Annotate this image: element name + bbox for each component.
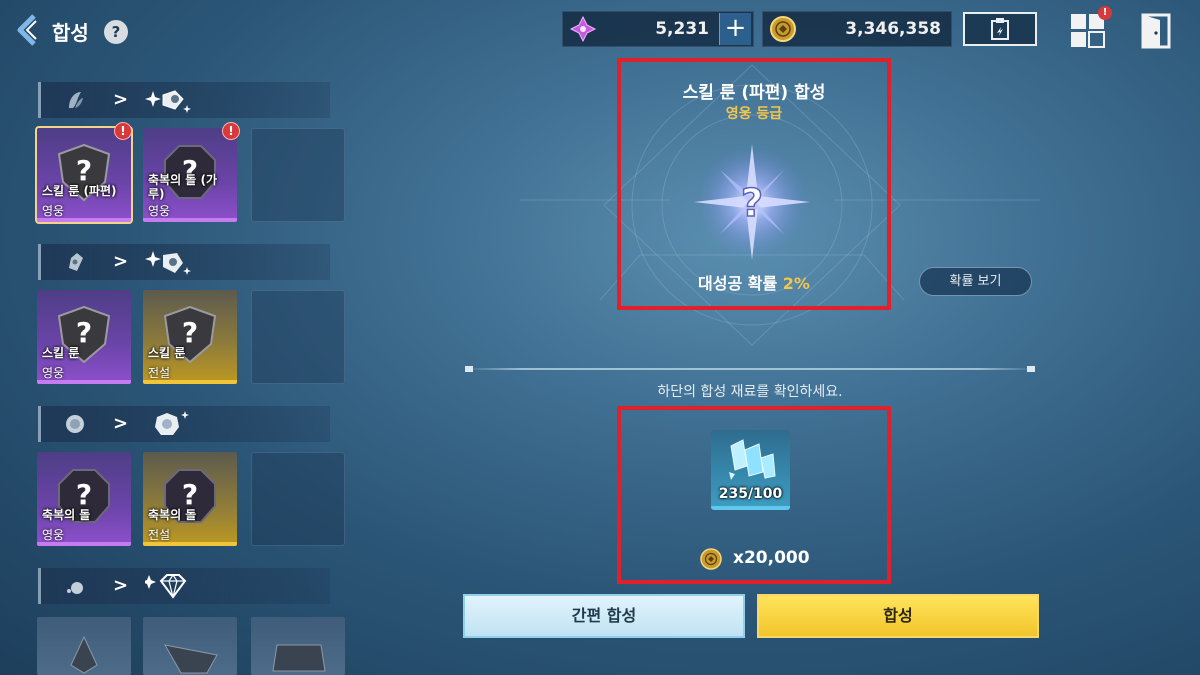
- rune-fragment-sparkle-icon: [145, 90, 191, 113]
- item-grade: 전설: [148, 366, 171, 380]
- item-name: 축복의 돌: [148, 508, 197, 522]
- svg-text:?: ?: [76, 316, 92, 349]
- item-name: 축복의 돌: [42, 508, 91, 522]
- empty-slot: [251, 452, 345, 546]
- unknown-result-star-icon: ?: [694, 144, 810, 260]
- chevron-right-icon: >: [113, 575, 129, 596]
- divider-tip-left: [465, 366, 473, 372]
- rune-sparkle-icon: [145, 251, 191, 275]
- item-card-skill-rune-fragment-hero[interactable]: ? 스킬 룬 (파편) 영웅: [35, 126, 133, 224]
- category-header-blessing-stone: >: [38, 406, 330, 442]
- stone-icon: [272, 644, 326, 672]
- svg-text:?: ?: [741, 181, 763, 225]
- item-card-skill-rune-hero[interactable]: ? 스킬 룬 영웅: [37, 290, 131, 384]
- rune-fragment-icon: [69, 253, 83, 271]
- rate-label: 대성공 확률: [698, 274, 778, 293]
- item-name: 스킬 룬: [148, 346, 186, 360]
- back-button[interactable]: [12, 12, 42, 48]
- item-card-partial[interactable]: [143, 617, 237, 675]
- add-gem-button[interactable]: +: [719, 13, 751, 45]
- clipboard-button[interactable]: [963, 12, 1037, 46]
- help-button[interactable]: ?: [104, 20, 128, 44]
- category-header-skill-rune: >: [38, 244, 330, 280]
- item-card-skill-rune-legend[interactable]: ? 스킬 룬 전설: [143, 290, 237, 384]
- item-card-blessing-stone-legend[interactable]: ? 축복의 돌 전설: [143, 452, 237, 546]
- chevron-right-icon: >: [113, 251, 129, 272]
- gold-coin-icon: [770, 16, 796, 42]
- notification-badge: !: [1098, 6, 1112, 20]
- gem-currency: 5,231 +: [562, 11, 754, 47]
- shard-icon: [67, 582, 83, 594]
- divider-tip-right: [1027, 366, 1035, 372]
- empty-slot: [251, 290, 345, 384]
- section-divider: [465, 368, 1035, 370]
- result-grade: 영웅 등급: [725, 106, 783, 122]
- blessing-stone-sparkle-icon: [155, 411, 189, 435]
- item-grade: 영웅: [42, 528, 65, 542]
- item-card-blessing-stone-hero[interactable]: ? 축복의 돌 영웅: [37, 452, 131, 546]
- view-probability-button[interactable]: 확률 보기: [919, 267, 1032, 296]
- synthesis-button[interactable]: 합성: [757, 594, 1039, 638]
- page-title: 합성: [52, 21, 89, 45]
- gem-amount: 5,231: [655, 19, 709, 39]
- ring-icon: [164, 644, 218, 674]
- rate-value: 2%: [782, 274, 810, 293]
- chevron-right-icon: >: [113, 413, 129, 434]
- chevron-left-icon: [17, 14, 37, 46]
- svg-text:?: ?: [182, 478, 198, 511]
- category-header-skill-rune-fragment: >: [38, 82, 330, 118]
- crystal-shards-icon: [729, 439, 776, 480]
- great-success-rate: 대성공 확률 2%: [617, 270, 891, 294]
- category-header-gem: >: [38, 568, 330, 604]
- powder-orb-icon: [66, 415, 84, 433]
- item-card-blessing-stone-powder-hero[interactable]: ? 축복의 돌 (가루) 영웅: [143, 128, 237, 222]
- empty-slot: [251, 128, 345, 222]
- crystal-icon: [70, 635, 98, 674]
- gold-amount: 3,346,358: [845, 19, 941, 39]
- door-exit-icon: [1141, 13, 1171, 49]
- item-name: 축복의 돌 (가루): [148, 173, 218, 201]
- item-name: 스킬 룬: [42, 346, 80, 360]
- chevron-right-icon: >: [113, 89, 129, 110]
- item-grade: 전설: [148, 528, 171, 542]
- alert-badge: !: [114, 122, 132, 140]
- item-card-partial[interactable]: [37, 617, 131, 675]
- gem-icon: [569, 15, 597, 43]
- svg-text:?: ?: [182, 316, 198, 349]
- material-count: 235/100: [718, 486, 783, 502]
- alert-badge: !: [222, 122, 240, 140]
- exit-button[interactable]: [1140, 12, 1172, 50]
- gold-cost: x20,000: [733, 548, 810, 568]
- item-name: 스킬 룬 (파편): [42, 184, 117, 198]
- gold-coin-icon: [700, 548, 722, 570]
- item-card-partial[interactable]: [251, 617, 345, 675]
- diamond-sparkle-icon: [145, 573, 187, 599]
- svg-text:?: ?: [76, 478, 92, 511]
- clipboard-icon: [991, 18, 1009, 40]
- item-grade: 영웅: [42, 366, 65, 380]
- item-grade: 영웅: [148, 204, 171, 218]
- menu-grid-button[interactable]: !: [1068, 6, 1112, 50]
- item-grade: 영웅: [42, 204, 65, 218]
- material-hint: 하단의 합성 재료를 확인하세요.: [657, 384, 843, 400]
- quick-synthesis-button[interactable]: 간편 합성: [463, 594, 745, 638]
- material-card[interactable]: 235/100: [711, 430, 790, 510]
- svg-text:?: ?: [76, 154, 92, 187]
- gold-currency: 3,346,358: [762, 11, 952, 47]
- result-title: 스킬 룬 (파편) 합성: [682, 83, 826, 103]
- leaf-fragment-icon: [69, 92, 83, 108]
